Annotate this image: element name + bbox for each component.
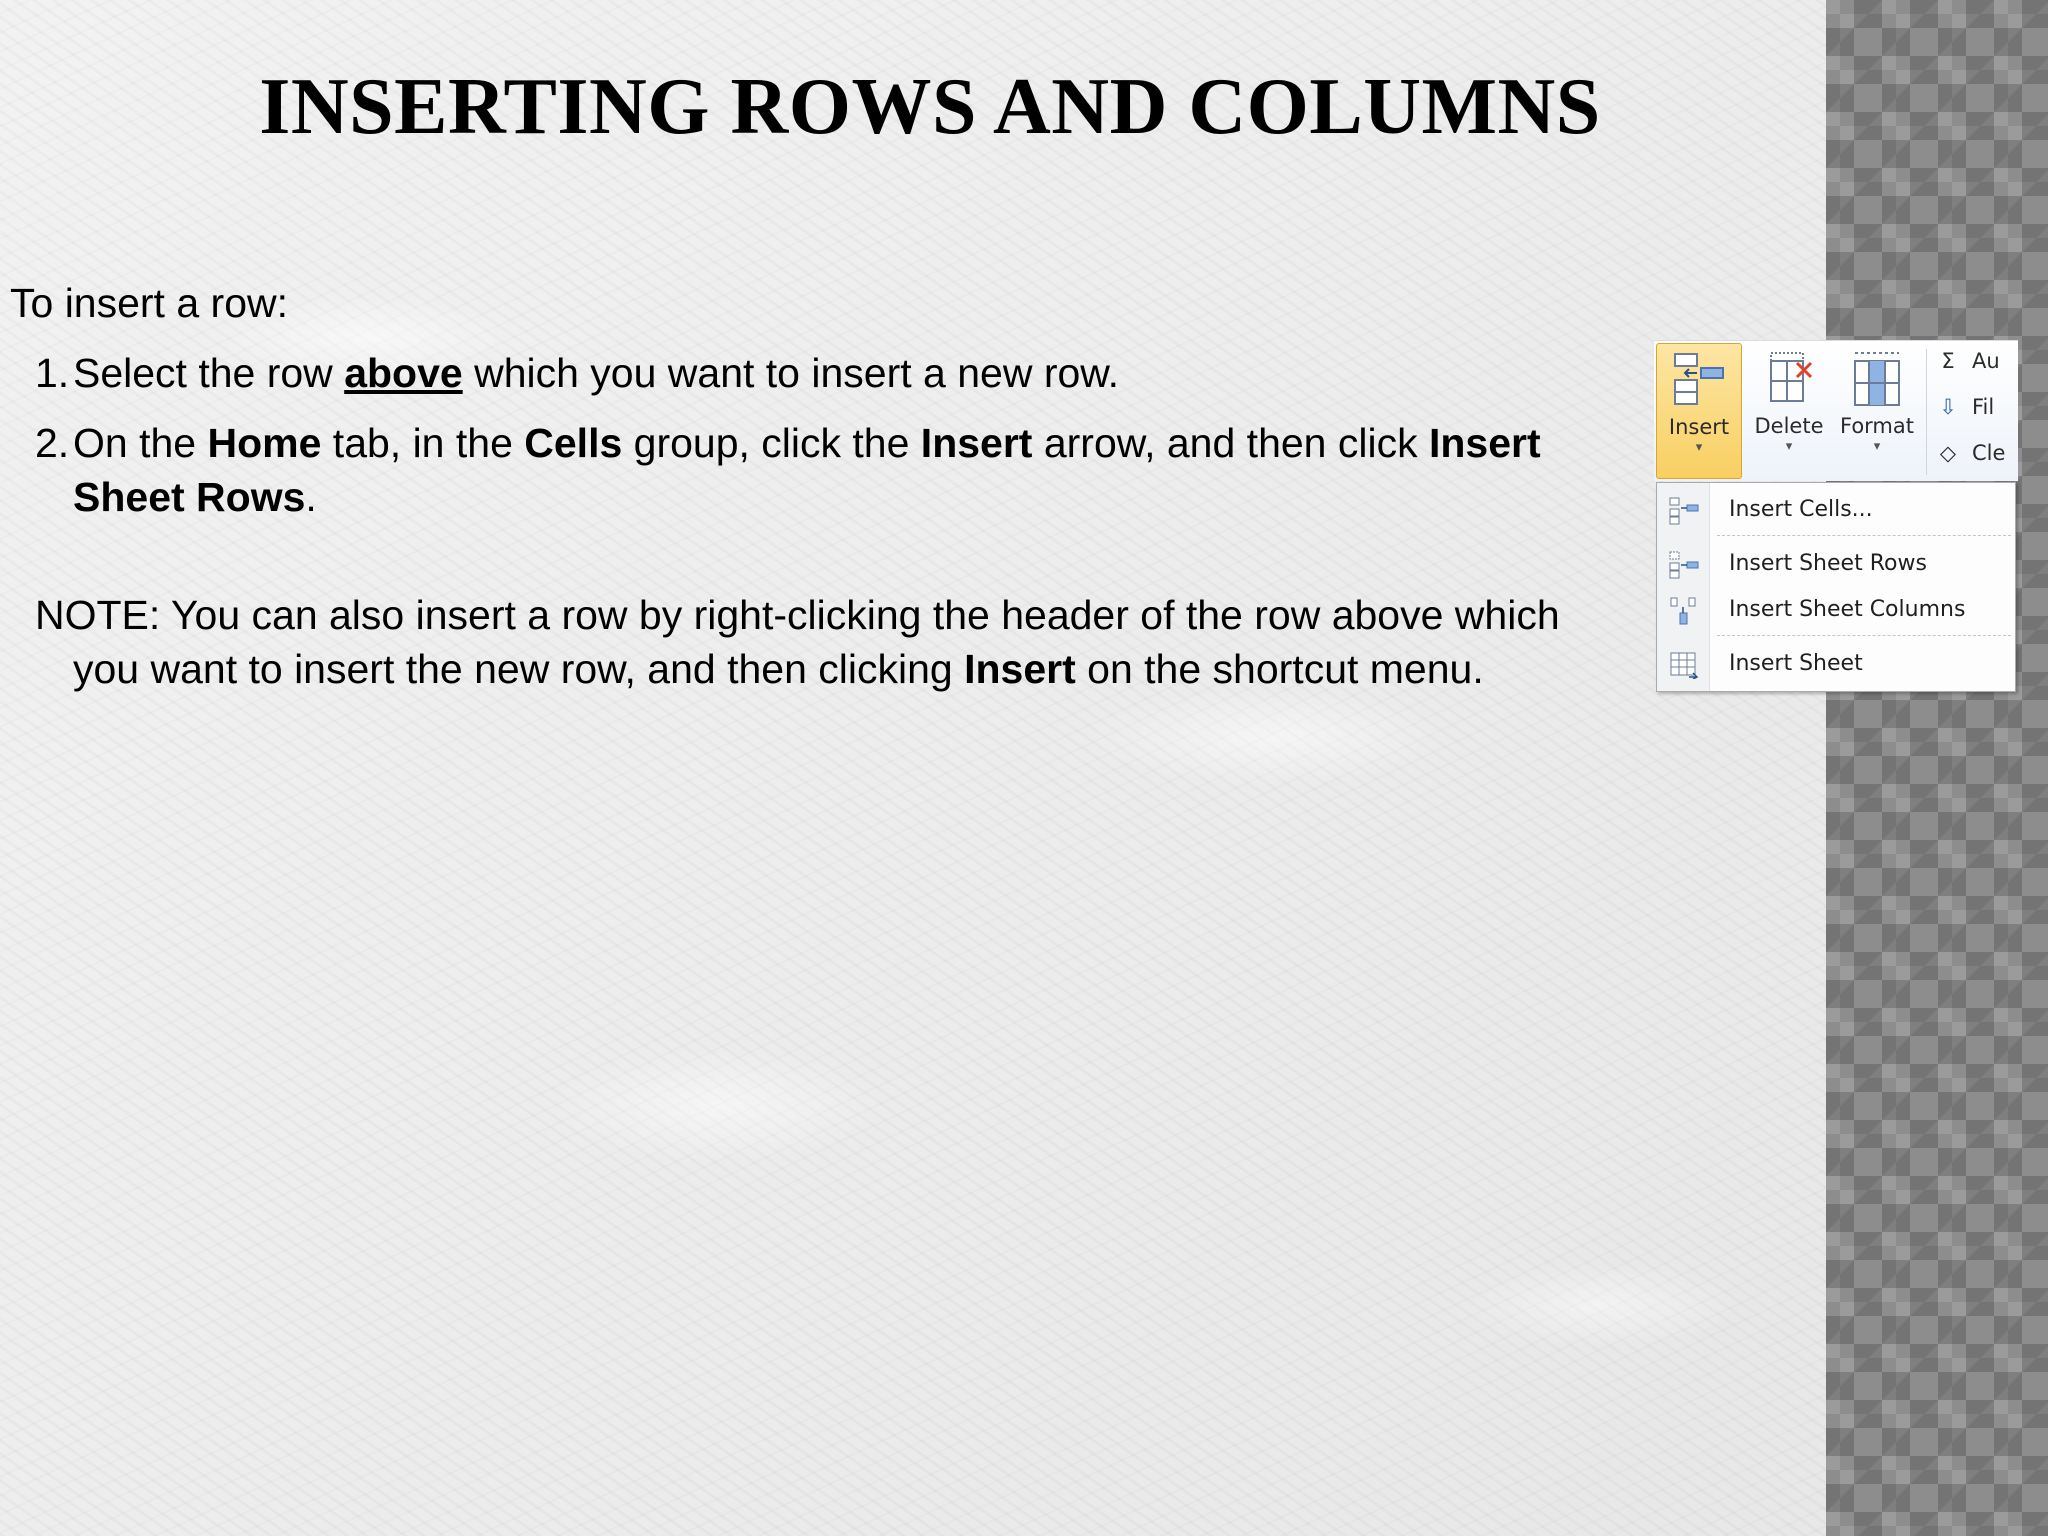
insert-sheet-icon — [1669, 651, 1699, 680]
insert-button[interactable]: Insert ▾ — [1656, 343, 1742, 479]
format-button[interactable]: Format ▾ — [1834, 343, 1920, 479]
fill-down-icon: ⇩ — [1939, 395, 1957, 419]
note-part: on the shortcut menu. — [1075, 646, 1484, 692]
dropdown-arrow-icon[interactable]: ▾ — [1657, 440, 1741, 456]
clear-button[interactable]: ◇ Cle — [1936, 441, 2006, 465]
dropdown-arrow-icon[interactable]: ▾ — [1834, 439, 1920, 455]
dropdown-arrow-icon[interactable]: ▾ — [1748, 439, 1830, 455]
emphasis-cells: Cells — [524, 420, 623, 466]
step-text: which you want to insert a new row. — [462, 350, 1120, 396]
menu-item-label: Insert Sheet Columns — [1729, 597, 1966, 622]
autosum-label: Au — [1972, 349, 2000, 373]
eraser-icon: ◇ — [1939, 441, 1957, 465]
intro-text: To insert a row: — [10, 280, 288, 326]
group-separator — [1926, 349, 1927, 475]
slide-body: To insert a row: 1. Select the row above… — [10, 276, 1610, 696]
menu-item-insert-sheet-rows[interactable]: Insert Sheet Rows — [1657, 543, 2015, 587]
delete-label: Delete — [1754, 414, 1824, 438]
autosum-button[interactable]: Σ Au — [1936, 349, 2000, 373]
insert-dropdown-menu: Insert Cells... Insert Sheet Rows Insert… — [1656, 482, 2016, 692]
emphasis-insert: Insert — [920, 420, 1033, 466]
menu-item-insert-sheet[interactable]: Insert Sheet — [1657, 643, 2015, 687]
note-text: NOTE: You can also insert a row by right… — [10, 588, 1610, 696]
emphasis-home: Home — [207, 420, 322, 466]
insert-cells-icon — [1671, 350, 1727, 410]
fill-button[interactable]: ⇩ Fil — [1936, 395, 1994, 419]
slide-title: INSERTING ROWS AND COLUMNS — [259, 63, 1601, 151]
decorative-side-band — [1826, 0, 2048, 1536]
step-number: 2. — [35, 420, 70, 466]
menu-divider — [1717, 535, 2011, 536]
fill-label: Fil — [1972, 395, 1995, 419]
menu-item-label: Insert Sheet — [1729, 651, 1863, 676]
format-cells-icon — [1849, 349, 1905, 409]
step-2: 2. On the Home tab, in the Cells group, … — [10, 416, 1610, 524]
ribbon-cells-group: Insert ▾ Delete ▾ Format ▾ Σ Au ⇩ Fil ◇ … — [1654, 340, 2018, 481]
insert-columns-icon — [1669, 597, 1699, 625]
sigma-icon: Σ — [1941, 349, 1955, 373]
insert-rows-icon — [1669, 551, 1699, 579]
step-text: arrow, and then click — [1032, 420, 1429, 466]
delete-cells-icon — [1761, 349, 1817, 409]
step-text: group, click the — [622, 420, 921, 466]
menu-item-label: Insert Cells... — [1729, 497, 1873, 522]
format-label: Format — [1839, 414, 1914, 438]
step-text: On the — [73, 420, 208, 466]
insert-cells-icon — [1669, 497, 1699, 525]
menu-item-insert-sheet-columns[interactable]: Insert Sheet Columns — [1657, 589, 2015, 633]
emphasis-insert: Insert — [964, 646, 1076, 692]
clear-label: Cle — [1972, 441, 2006, 465]
menu-divider — [1717, 635, 2011, 636]
menu-item-insert-cells[interactable]: Insert Cells... — [1657, 489, 2015, 533]
step-text: Select the row — [73, 350, 345, 396]
insert-label: Insert — [1668, 415, 1730, 439]
delete-button[interactable]: Delete ▾ — [1748, 343, 1830, 479]
step-text: . — [305, 474, 317, 520]
step-number: 1. — [35, 350, 70, 396]
emphasis-above: above — [344, 350, 463, 396]
menu-item-label: Insert Sheet Rows — [1729, 551, 1927, 576]
step-1: 1. Select the row above which you want t… — [10, 346, 1610, 400]
step-text: tab, in the — [321, 420, 525, 466]
